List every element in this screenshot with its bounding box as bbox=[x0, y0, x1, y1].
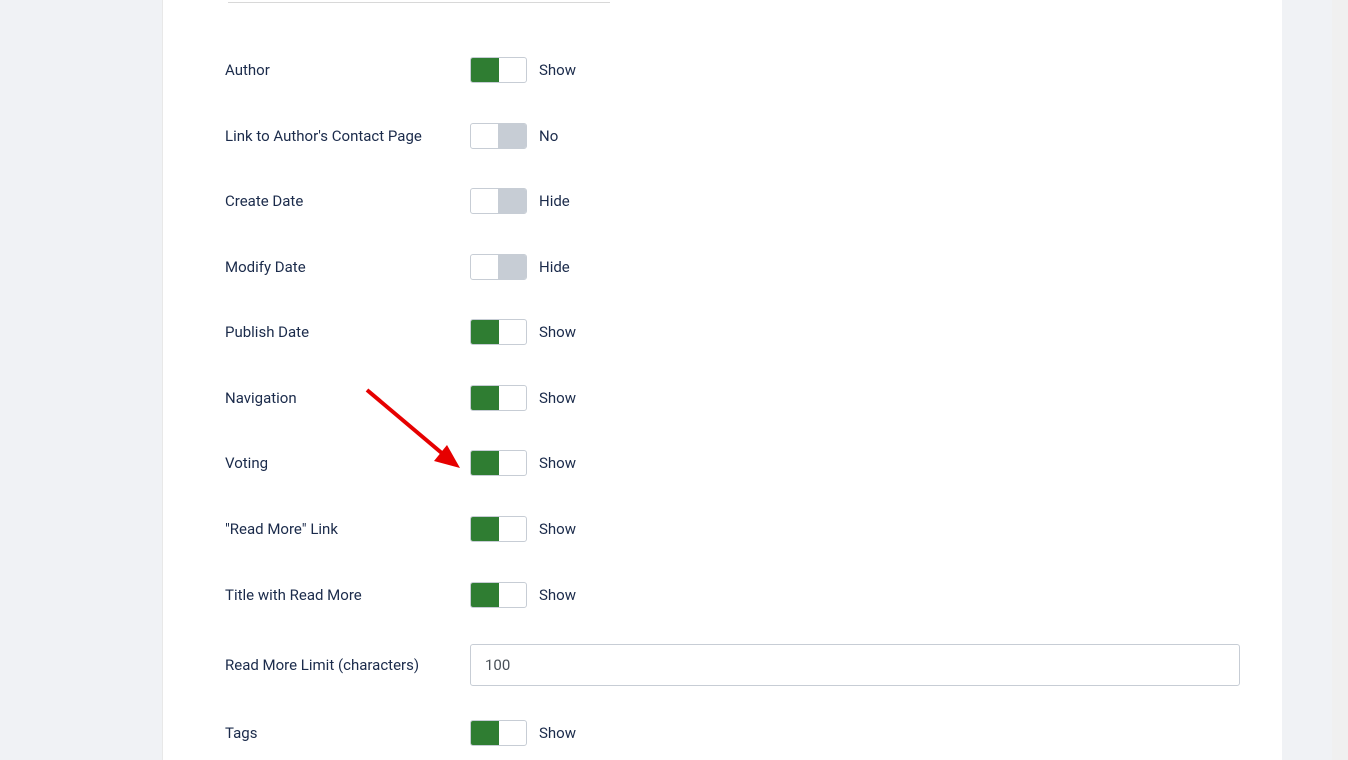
settings-form: Author Show Link to Author's Contact Pag… bbox=[225, 0, 1245, 760]
status-title-read-more: Show bbox=[539, 586, 576, 604]
label-voting: Voting bbox=[225, 454, 470, 472]
status-read-more-link: Show bbox=[539, 520, 576, 538]
row-navigation: Navigation Show bbox=[225, 384, 1245, 412]
status-voting: Show bbox=[539, 454, 576, 472]
row-link-author-contact: Link to Author's Contact Page No bbox=[225, 122, 1245, 150]
input-read-more-limit[interactable] bbox=[470, 644, 1240, 686]
label-title-read-more: Title with Read More bbox=[225, 586, 470, 604]
status-publish-date: Show bbox=[539, 323, 576, 341]
toggle-navigation[interactable] bbox=[470, 385, 527, 411]
row-read-more-limit: Read More Limit (characters) bbox=[225, 644, 1245, 686]
section-divider bbox=[228, 2, 610, 3]
row-modify-date: Modify Date Hide bbox=[225, 253, 1245, 281]
row-voting: Voting Show bbox=[225, 449, 1245, 477]
label-read-more-limit: Read More Limit (characters) bbox=[225, 656, 470, 674]
status-link-author-contact: No bbox=[539, 127, 558, 145]
row-tags: Tags Show bbox=[225, 719, 1245, 747]
row-title-read-more: Title with Read More Show bbox=[225, 581, 1245, 609]
label-author: Author bbox=[225, 61, 470, 79]
toggle-title-read-more[interactable] bbox=[470, 582, 527, 608]
toggle-create-date[interactable] bbox=[470, 188, 527, 214]
row-read-more-link: "Read More" Link Show bbox=[225, 515, 1245, 543]
row-author: Author Show bbox=[225, 56, 1245, 84]
label-modify-date: Modify Date bbox=[225, 258, 470, 276]
label-read-more-link: "Read More" Link bbox=[225, 520, 470, 538]
status-navigation: Show bbox=[539, 389, 576, 407]
label-navigation: Navigation bbox=[225, 389, 470, 407]
label-create-date: Create Date bbox=[225, 192, 470, 210]
row-publish-date: Publish Date Show bbox=[225, 318, 1245, 346]
toggle-publish-date[interactable] bbox=[470, 319, 527, 345]
label-link-author-contact: Link to Author's Contact Page bbox=[225, 127, 470, 145]
row-create-date: Create Date Hide bbox=[225, 187, 1245, 215]
status-create-date: Hide bbox=[539, 192, 570, 210]
label-publish-date: Publish Date bbox=[225, 323, 470, 341]
status-tags: Show bbox=[539, 724, 576, 742]
label-tags: Tags bbox=[225, 724, 470, 742]
toggle-link-author-contact[interactable] bbox=[470, 123, 527, 149]
toggle-modify-date[interactable] bbox=[470, 254, 527, 280]
toggle-voting[interactable] bbox=[470, 450, 527, 476]
toggle-author[interactable] bbox=[470, 57, 527, 83]
toggle-tags[interactable] bbox=[470, 720, 527, 746]
toggle-read-more-link[interactable] bbox=[470, 516, 527, 542]
scrollbar[interactable] bbox=[1332, 0, 1348, 760]
status-modify-date: Hide bbox=[539, 258, 570, 276]
status-author: Show bbox=[539, 61, 576, 79]
